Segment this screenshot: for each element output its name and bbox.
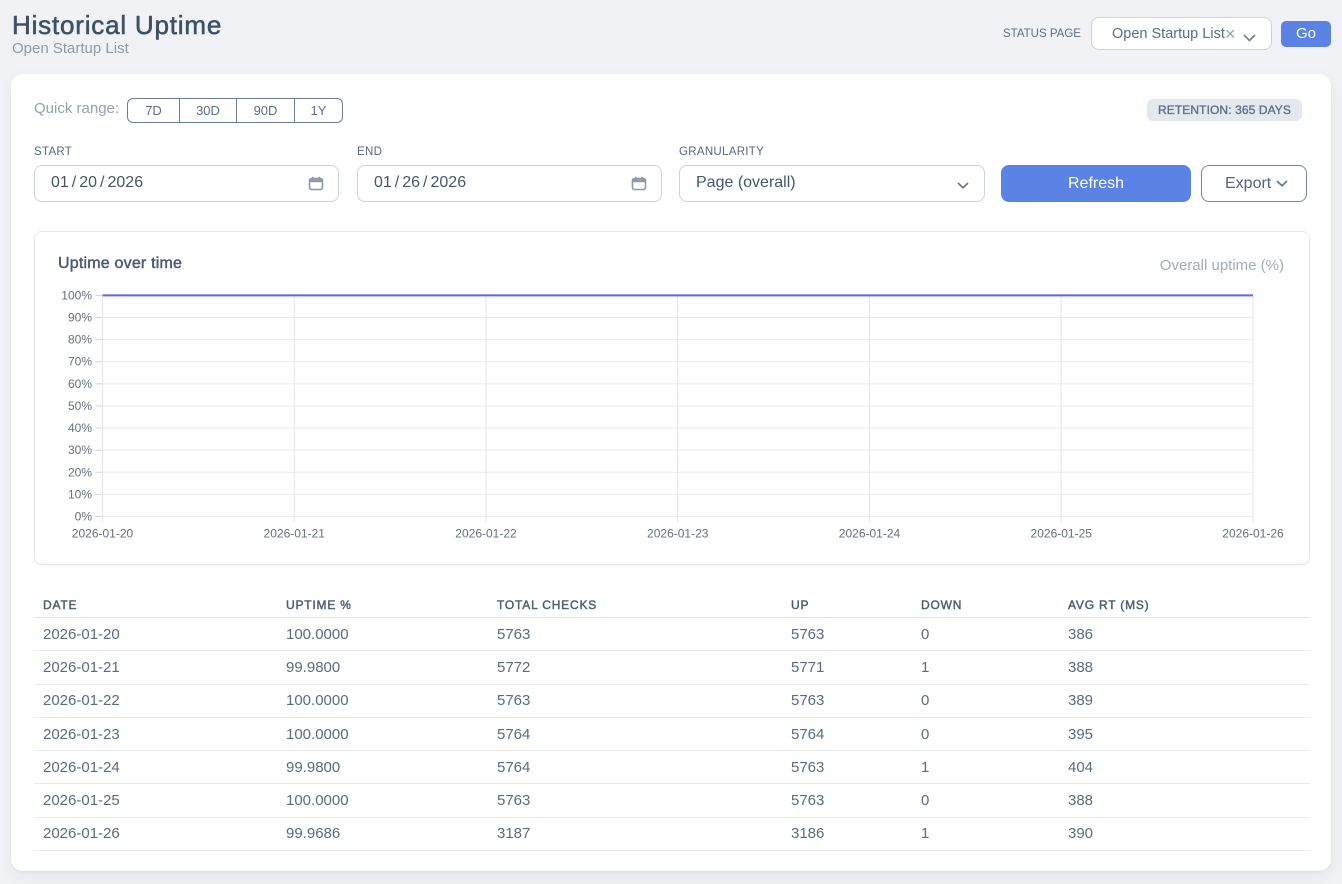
svg-text:60%: 60% (68, 377, 92, 391)
svg-text:40%: 40% (68, 421, 92, 435)
svg-text:50%: 50% (68, 399, 92, 413)
svg-text:20%: 20% (68, 465, 92, 479)
svg-text:2026-01-26: 2026-01-26 (1222, 527, 1284, 541)
svg-text:2026-01-20: 2026-01-20 (72, 527, 134, 541)
svg-text:2026-01-22: 2026-01-22 (455, 527, 517, 541)
svg-text:80%: 80% (68, 333, 92, 347)
svg-text:30%: 30% (68, 443, 92, 457)
svg-text:10%: 10% (68, 487, 92, 501)
svg-text:2026-01-25: 2026-01-25 (1031, 527, 1093, 541)
svg-text:2026-01-21: 2026-01-21 (264, 527, 326, 541)
svg-text:2026-01-23: 2026-01-23 (647, 527, 709, 541)
svg-text:70%: 70% (68, 355, 92, 369)
svg-text:90%: 90% (68, 311, 92, 325)
svg-text:100%: 100% (61, 288, 92, 302)
svg-text:2026-01-24: 2026-01-24 (839, 527, 901, 541)
svg-text:0%: 0% (75, 510, 93, 524)
